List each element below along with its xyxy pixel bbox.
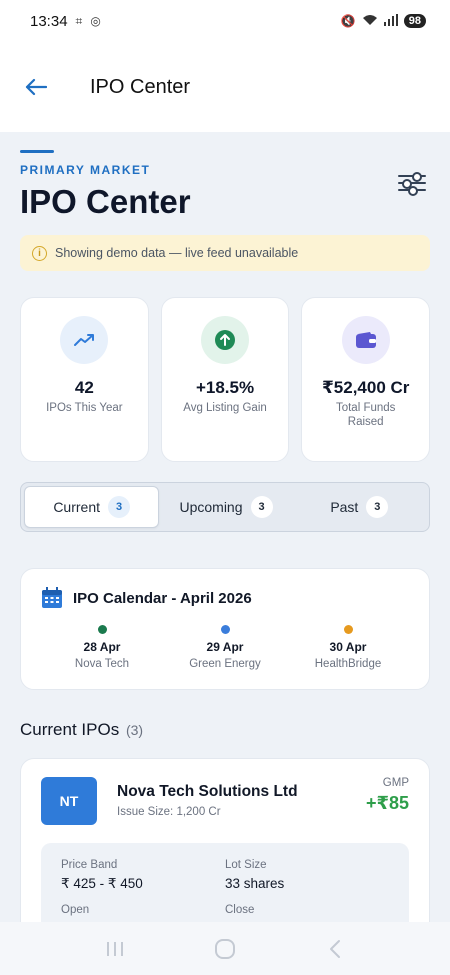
system-back-button[interactable] [315,934,355,964]
stat-label: Avg Listing Gain [183,402,267,415]
back-button[interactable] [22,73,50,101]
stat-card-ipos: 42 IPOs This Year [20,297,149,462]
app-bar-title: IPO Center [90,75,191,98]
close-label: Close [225,904,255,916]
tab-count: 3 [250,496,273,518]
stat-card-listing-gain: +18.5% Avg Listing Gain [160,297,290,462]
calendar-item[interactable]: 30 Apr HealthBridge [293,625,403,670]
wallet-icon [341,316,390,364]
company-name: Nova Tech Solutions Ltd [117,783,298,800]
calendar-item[interactable]: 28 Apr Nova Tech [47,625,157,670]
tab-current[interactable]: Current 3 [24,486,160,528]
stat-label: IPOs This Year [46,402,123,415]
section-count: (3) [125,722,144,738]
app-bar: IPO Center [0,42,450,132]
screenshot-icon: ⌗ [75,13,83,28]
signal-icon [383,13,398,29]
ipo-details: Price Band ₹ 425 - ₹ 450 Lot Size 33 sha… [41,843,409,922]
notification-icon: ◎ [90,14,101,28]
recents-icon [107,941,123,956]
arrow-left-icon [25,78,47,96]
stat-value: 42 [74,378,94,397]
calendar-dot [343,625,353,634]
mute-icon: 🔇 [340,14,356,28]
tab-count: 3 [366,496,389,518]
chevron-left-icon [330,939,340,958]
calendar-date: 29 Apr [206,640,244,654]
calendar-date: 28 Apr [83,640,121,654]
stat-value: ₹52,400 Cr [321,378,410,397]
company-logo: NT [41,777,97,825]
main-content[interactable]: PRIMARY MARKET IPO Center i Showing demo… [0,132,450,922]
status-bar: 13:34 ⌗ ◎ 🔇 98 [0,0,450,42]
stats-row: 42 IPOs This Year +18.5% Avg Listing Gai… [20,297,431,462]
gmp-value: +₹85 [365,793,409,813]
price-band-label: Price Band [61,859,118,871]
eyebrow-label: PRIMARY MARKET [20,163,151,177]
filter-button[interactable] [398,169,426,197]
arrow-up-circle-icon [201,316,249,364]
banner-text: Showing demo data — live feed unavailabl… [55,246,299,260]
section-heading: Current IPOs (3) [20,720,430,740]
calendar-dot [220,625,230,634]
issue-size: Issue Size: 1,200 Cr [117,806,221,818]
battery-indicator: 98 [403,14,426,28]
demo-data-banner: i Showing demo data — live feed unavaila… [20,235,430,271]
calendar-dot [97,625,107,634]
section-title: Current IPOs [20,720,120,739]
tab-label: Upcoming [179,499,243,515]
calendar-title: IPO Calendar - April 2026 [73,589,252,607]
tab-count: 3 [108,496,130,518]
wifi-icon [362,14,378,29]
calendar-company: Green Energy [189,658,261,670]
calendar-company: HealthBridge [314,658,382,670]
ipo-tabs: Current 3 Upcoming 3 Past 3 [20,482,430,532]
price-band-value: ₹ 425 - ₹ 450 [61,876,143,891]
filter-icon [398,172,426,182]
stat-value: +18.5% [195,378,255,397]
ipo-calendar-card: IPO Calendar - April 2026 28 Apr Nova Te… [20,568,430,690]
recents-button[interactable] [95,934,135,964]
tab-label: Current [53,499,100,515]
status-time: 13:34 [30,12,68,30]
tab-upcoming[interactable]: Upcoming 3 [159,486,292,528]
page-title: IPO Center [20,183,191,220]
tab-label: Past [330,499,359,515]
stat-label: Total Funds Raised [335,402,396,429]
calendar-date: 30 Apr [329,640,367,654]
gmp-label: GMP [382,777,409,789]
info-icon: i [32,245,47,261]
system-nav-bar [0,922,450,975]
tab-past[interactable]: Past 3 [293,486,426,528]
calendar-icon [42,587,62,608]
accent-line [20,150,54,153]
lot-size-label: Lot Size [225,859,267,871]
home-icon [215,938,235,959]
lot-size-value: 33 shares [225,876,285,891]
ipo-card[interactable]: NT Nova Tech Solutions Ltd Issue Size: 1… [20,758,430,922]
stat-card-funds-raised: ₹52,400 Cr Total Funds Raised [301,297,431,462]
calendar-item[interactable]: 29 Apr Green Energy [170,625,280,670]
home-button[interactable] [205,934,245,964]
open-label: Open [61,904,90,916]
calendar-company: Nova Tech [74,658,130,670]
trending-up-icon [60,316,109,364]
